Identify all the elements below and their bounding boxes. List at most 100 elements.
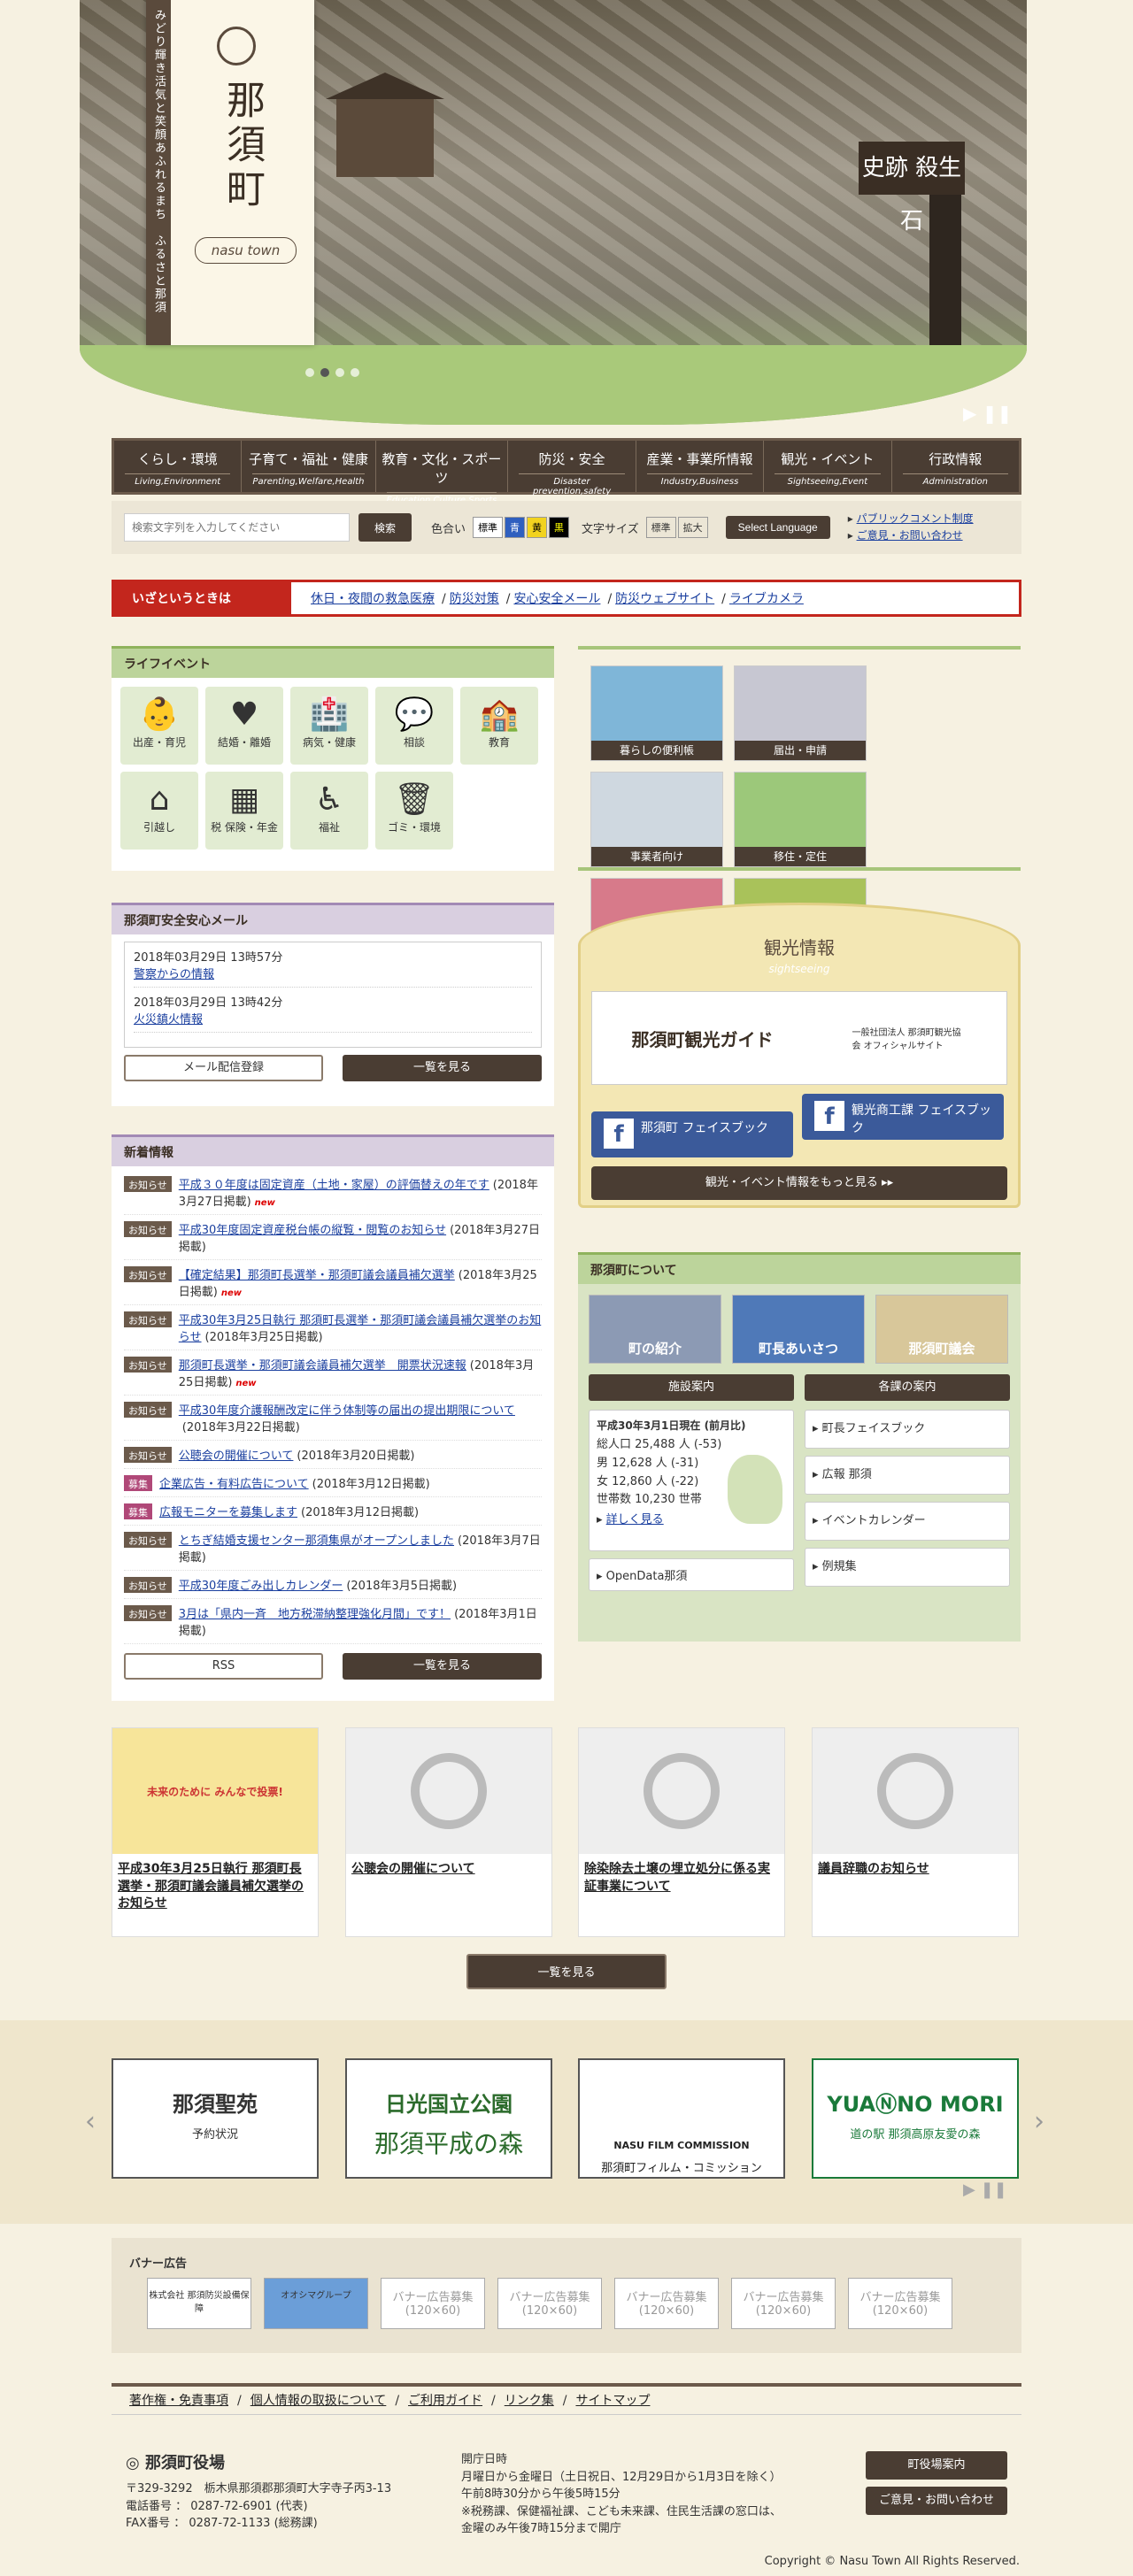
emergency-link[interactable]: 安心安全メール: [513, 592, 600, 606]
emergency-link[interactable]: 防災対策: [450, 592, 499, 606]
footer-link[interactable]: リンク集: [505, 2394, 554, 2408]
slide-dot[interactable]: [305, 368, 314, 377]
news-link[interactable]: とちぎ結婚支援センター那須集県がオープンしました: [179, 1534, 454, 1548]
color-option[interactable]: 黒: [549, 517, 570, 538]
life-event-item[interactable]: 🏫 教育: [460, 687, 538, 765]
feature-card[interactable]: 議員辞職のお知らせ: [812, 1727, 1019, 1937]
footer-link[interactable]: サイトマップ: [575, 2394, 650, 2408]
public-comment-link[interactable]: パブリックコメント制度: [857, 512, 974, 525]
carousel-controls[interactable]: ▶ ❚❚: [963, 2180, 1007, 2199]
footer-contact-button[interactable]: ご意見・お問い合わせ: [866, 2487, 1007, 2515]
slide-dot[interactable]: [335, 368, 344, 377]
emergency-link[interactable]: 休日・夜間の救急医療: [311, 592, 435, 606]
safety-mail-list[interactable]: 2018年03月29日 13時57分 警察からの情報 2018年03月29日 13時…: [124, 942, 542, 1048]
cards-more-button[interactable]: 一覧を見る: [466, 1954, 667, 1989]
feature-card[interactable]: 除染除去土壌の埋立処分に係る実証事業について: [578, 1727, 785, 1937]
about-tile[interactable]: 町長あいさつ: [732, 1295, 865, 1364]
news-link[interactable]: 平成３０年度は固定資産（土地・家屋）の評価替えの年です: [179, 1179, 489, 1192]
quick-link-tile[interactable]: 事業者向け: [590, 772, 723, 867]
link-banner[interactable]: NASU FILM COMMISSION 那須町フィルム・コミッション: [578, 2058, 785, 2179]
quick-link-tile[interactable]: 暮らしの便利帳: [590, 665, 723, 761]
nav-item[interactable]: 教育・文化・スポーツEducation,Culture,Sports: [376, 441, 509, 505]
news-list-button[interactable]: 一覧を見る: [343, 1653, 542, 1680]
life-event-item[interactable]: 🗑 ゴミ・環境: [375, 772, 453, 850]
about-link[interactable]: ▸ イベントカレンダー: [805, 1502, 1010, 1541]
quick-link-tile[interactable]: 移住・定住: [734, 772, 867, 867]
tourism-facebook-button[interactable]: 観光商工課 フェイスブック: [802, 1094, 1004, 1140]
mail-link[interactable]: 警察からの情報: [134, 968, 214, 981]
ad-slot[interactable]: バナー広告募集 (120×60): [614, 2278, 719, 2329]
site-logo[interactable]: みどり輝き活気と笑顔あふれるまち ふるさと那須 那須町 nasu town: [146, 0, 314, 345]
life-event-item[interactable]: 🏥 病気・健康: [290, 687, 368, 765]
news-link[interactable]: 平成30年度固定資産税台帳の縦覧・閲覧のお知らせ: [179, 1224, 446, 1237]
ad-slot[interactable]: バナー広告募集 (120×60): [848, 2278, 952, 2329]
about-link[interactable]: ▸ 例規集: [805, 1548, 1010, 1587]
department-guide-button[interactable]: 各課の案内: [805, 1374, 1010, 1401]
nav-item[interactable]: くらし・環境 Living,Environment: [114, 441, 243, 492]
slide-controls[interactable]: ▶ ❚❚: [963, 403, 1012, 424]
link-banner[interactable]: 那須聖苑 予約状況: [112, 2058, 319, 2179]
news-link[interactable]: 公聴会の開催について: [179, 1449, 294, 1463]
slide-dots[interactable]: [305, 367, 366, 381]
about-tile[interactable]: 町の紹介: [589, 1295, 721, 1364]
select-language-button[interactable]: Select Language: [725, 516, 830, 539]
emergency-link[interactable]: 防災ウェブサイト: [615, 592, 714, 606]
facility-guide-button[interactable]: 施設案内: [589, 1374, 794, 1401]
feature-card[interactable]: 未来のために みんなで投票! 平成30年3月25日執行 那須町長選挙・那須町議会議…: [112, 1727, 319, 1937]
ad-slot[interactable]: バナー広告募集 (120×60): [731, 2278, 836, 2329]
contact-link[interactable]: ご意見・お問い合わせ: [857, 529, 963, 542]
size-option[interactable]: 標準: [645, 517, 676, 538]
office-guide-button[interactable]: 町役場案内: [866, 2451, 1007, 2480]
town-facebook-button[interactable]: 那須町 フェイスブック: [591, 1111, 793, 1157]
about-tile[interactable]: 那須町議会: [875, 1295, 1008, 1364]
size-option[interactable]: 拡大: [677, 517, 708, 538]
news-link[interactable]: 3月は「県内一斉 地方税滞納整理強化月間」です！: [179, 1608, 451, 1621]
link-banner[interactable]: YUAⓃNO MORI 道の駅 那須高原友愛の森: [812, 2058, 1019, 2179]
news-link[interactable]: 平成30年度ごみ出しカレンダー: [179, 1580, 343, 1593]
nav-item[interactable]: 観光・イベント Sightseeing,Event: [764, 441, 892, 492]
footer-link[interactable]: ご利用ガイド: [408, 2394, 482, 2408]
ad-banner[interactable]: 株式会社 那須防災設備保障: [147, 2278, 251, 2329]
life-event-item[interactable]: ♥ 結婚・離婚: [205, 687, 283, 765]
mail-link[interactable]: 火災鎮火情報: [134, 1013, 203, 1027]
news-link[interactable]: 広報モニターを募集します: [159, 1506, 297, 1519]
color-option[interactable]: 黄: [527, 517, 548, 538]
opendata-link[interactable]: ▸ OpenData那須: [589, 1558, 794, 1591]
news-link[interactable]: 【確定結果】那須町長選挙・那須町議会議員補欠選挙: [179, 1269, 455, 1282]
population-detail-link[interactable]: 詳しく見る: [606, 1513, 664, 1526]
news-link[interactable]: 那須町長選挙・那須町議会議員補欠選挙 開票状況速報: [179, 1359, 466, 1373]
rss-button[interactable]: RSS: [124, 1653, 323, 1680]
sightseeing-more-button[interactable]: 観光・イベント情報をもっと見る ▸▸: [591, 1166, 1007, 1200]
next-arrow-icon[interactable]: ›: [1034, 2106, 1044, 2137]
tourism-guide-banner[interactable]: 那須町観光ガイド 一般社団法人 那須町観光協会 オフィシャルサイト: [591, 991, 1007, 1085]
nav-item[interactable]: 産業・事業所情報 Industry,Business: [636, 441, 765, 492]
news-link[interactable]: 企業広告・有料広告について: [159, 1478, 309, 1491]
about-link[interactable]: ▸ 町長フェイスブック: [805, 1410, 1010, 1449]
quick-link-tile[interactable]: 届出・申請: [734, 665, 867, 761]
nav-item[interactable]: 行政情報 Administration: [892, 441, 1019, 492]
news-link[interactable]: 平成30年度介護報酬改定に伴う体制等の届出の提出期限について: [179, 1404, 515, 1418]
feature-card[interactable]: 公聴会の開催について: [345, 1727, 552, 1937]
ad-slot[interactable]: バナー広告募集 (120×60): [381, 2278, 485, 2329]
life-event-item[interactable]: ♿ 福祉: [290, 772, 368, 850]
emergency-link[interactable]: ライブカメラ: [729, 592, 804, 606]
mail-register-button[interactable]: メール配信登録: [124, 1055, 323, 1081]
color-option[interactable]: 青: [505, 517, 526, 538]
slide-dot[interactable]: [351, 368, 359, 377]
ad-slot[interactable]: バナー広告募集 (120×60): [497, 2278, 602, 2329]
footer-link[interactable]: 著作権・免責事項: [129, 2394, 228, 2408]
life-event-item[interactable]: 👶 出産・育児: [120, 687, 198, 765]
slide-dot[interactable]: [320, 368, 329, 377]
link-banner[interactable]: 日光国立公園 那須平成の森: [345, 2058, 552, 2179]
nav-item[interactable]: 防災・安全 Disaster prevention,safety: [508, 441, 636, 496]
life-event-item[interactable]: 💬 相談: [375, 687, 453, 765]
ad-banner[interactable]: オオシマグループ: [264, 2278, 368, 2329]
life-event-item[interactable]: ⌂ 引越し: [120, 772, 198, 850]
search-button[interactable]: 検索: [358, 513, 412, 542]
mail-list-button[interactable]: 一覧を見る: [343, 1055, 542, 1081]
about-link[interactable]: ▸ 広報 那須: [805, 1456, 1010, 1495]
nav-item[interactable]: 子育て・福祉・健康 Parenting,Welfare,Health: [242, 441, 376, 492]
life-event-item[interactable]: ▦ 税 保険・年金: [205, 772, 283, 850]
search-input[interactable]: [124, 513, 350, 542]
footer-link[interactable]: 個人情報の取扱について: [250, 2394, 387, 2408]
